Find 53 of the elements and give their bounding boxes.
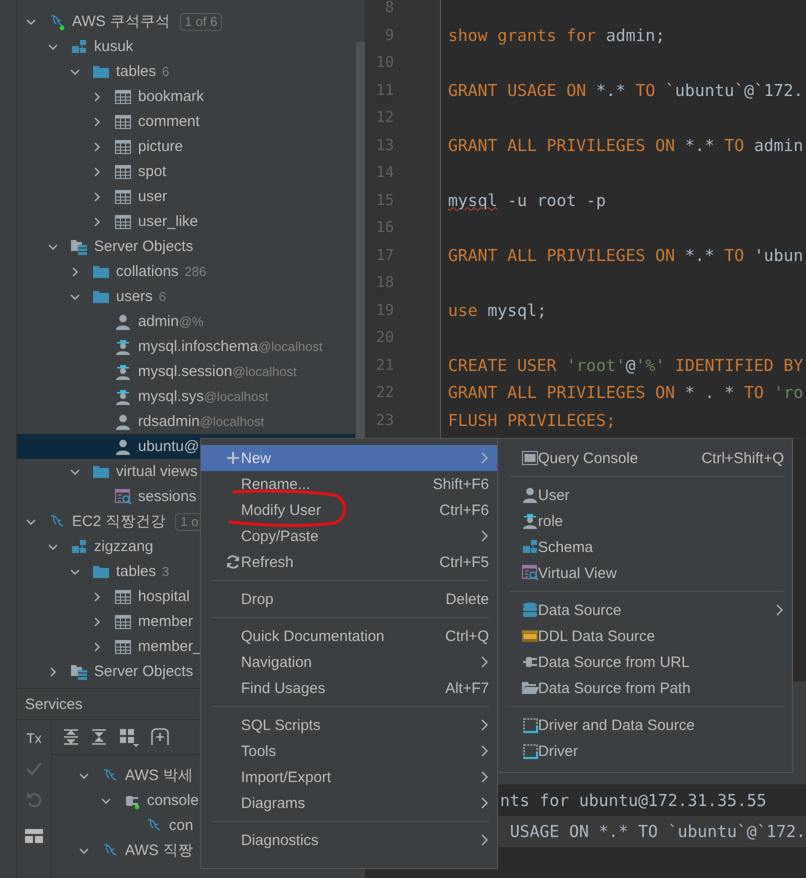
item-label: AWS 박세 xyxy=(125,766,193,785)
item-label: tables xyxy=(116,563,156,580)
item-label: mysql.sys xyxy=(138,388,204,405)
item-label: picture xyxy=(138,138,184,155)
code-line: FLUSH PRIVILEGES; xyxy=(448,410,616,432)
item-count: 6 xyxy=(162,64,170,79)
item-label: spot xyxy=(138,163,166,180)
item-label: Server Objects xyxy=(94,238,194,255)
item-label: collations xyxy=(116,263,179,280)
item-label: tables xyxy=(116,63,156,80)
item-label: member xyxy=(138,613,194,630)
item-label: mysql.infoschema xyxy=(138,338,258,355)
item-label: console xyxy=(147,792,199,809)
code-line: use mysql; xyxy=(448,300,547,322)
code-line: CREATE USER 'root'@'%' IDENTIFIED BY xyxy=(448,354,804,376)
host-label: @localhost xyxy=(204,389,268,404)
item-label: mysql.session xyxy=(138,363,232,380)
code-line: mysql -u root -p xyxy=(448,190,606,212)
code-line: GRANT ALL PRIVILEGES ON * . * TO 'ro xyxy=(448,382,804,404)
code-line: GRANT USAGE ON *.* TO `ubuntu`@`172. xyxy=(448,80,804,102)
output-line: nts for ubuntu@172.31.35.55 xyxy=(500,791,766,810)
item-label: rdsadmin xyxy=(138,413,200,430)
panel-title: Services xyxy=(25,696,83,712)
code-line: GRANT ALL PRIVILEGES ON *.* TO 'ubun xyxy=(448,244,804,266)
host-label: @localhost xyxy=(258,339,323,354)
host-label: @localhost xyxy=(232,364,297,379)
item-label: Server Objects xyxy=(94,663,194,680)
item-label: kusuk xyxy=(94,38,134,55)
item-count: 3 xyxy=(162,564,170,579)
code-line: GRANT ALL PRIVILEGES ON *.* TO admin xyxy=(448,134,804,156)
item-label: hospital xyxy=(138,588,190,605)
item-label: user_like xyxy=(138,213,198,230)
item-label: users xyxy=(116,288,153,305)
item-label: virtual views xyxy=(116,463,198,480)
item-label: admin xyxy=(138,313,179,330)
item-label: user xyxy=(138,188,168,205)
item-label: con xyxy=(169,817,194,834)
item-label: AWS 직짱 xyxy=(125,841,193,860)
session-badge: 1 of 6 xyxy=(180,12,222,30)
item-label: AWS 쿠석쿠석 xyxy=(72,12,170,31)
host-label: @% xyxy=(178,314,204,329)
host-label: @localhost xyxy=(200,414,264,429)
item-label: member_ xyxy=(138,638,202,655)
item-count: 286 xyxy=(184,264,206,279)
item-count: 6 xyxy=(158,289,166,304)
item-label: EC2 직짱건강 xyxy=(72,512,166,531)
item-label: ubuntu@ xyxy=(138,438,200,455)
code-line: show grants for admin; xyxy=(448,24,666,46)
output-line: USAGE ON *.* TO `ubuntu`@`172. xyxy=(508,822,806,841)
item-label: zigzzang xyxy=(94,538,154,555)
item-label: comment xyxy=(138,113,200,130)
item-label: sessions xyxy=(138,488,196,505)
item-label: bookmark xyxy=(138,88,204,105)
